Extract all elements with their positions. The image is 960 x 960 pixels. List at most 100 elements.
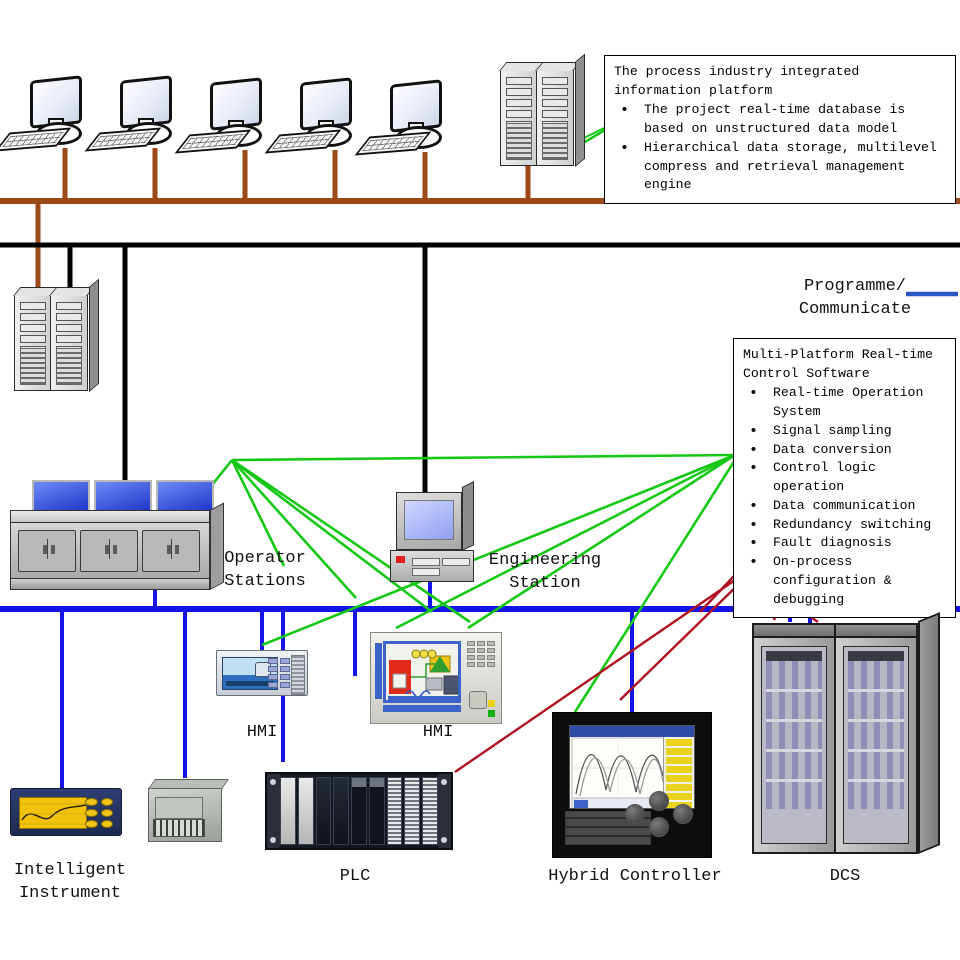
programme-links [166,126,737,713]
callout-control-heading: Multi-Platform Real-time Control Softwar… [743,347,933,381]
cabinet-door[interactable] [761,646,827,844]
hmi-numeric-keypad[interactable] [467,641,495,681]
callout-platform-heading: The process industry integrated informat… [614,64,860,98]
plc-comm-module[interactable] [333,777,350,845]
console-plinth [10,578,210,590]
module-cover [155,797,203,819]
drive-bays [506,77,532,129]
plc-rack[interactable] [265,772,453,850]
hmi-right-label: HMI [422,723,454,742]
down-button[interactable] [649,817,669,837]
process-mimic-icon [386,644,458,700]
callout-item: Control logic operation [743,458,946,496]
hmi-panel-small[interactable] [216,650,308,696]
power-led-icon [396,556,405,563]
diagram-canvas: The process industry integrated informat… [0,0,960,960]
cabinet-top [752,623,836,638]
left-button[interactable] [625,804,645,824]
instrument-display [19,797,87,829]
rack-rail [438,774,451,848]
vent-grille [506,123,532,160]
console-cabinet[interactable] [142,530,200,572]
callout-platform: The process industry integrated informat… [604,55,956,205]
plc-io-module[interactable] [404,777,421,845]
cabinet-top [834,623,918,638]
console-cabinet[interactable] [18,530,76,572]
hmi-panel-large[interactable] [370,632,502,724]
intelligent-instrument-label: Intelligent Instrument [13,861,127,903]
callout-item: Hierarchical data storage, multilevel co… [614,138,946,195]
drive-bays [20,302,46,354]
plc-label: PLC [339,867,371,886]
recorder-display [569,725,695,809]
server-tower[interactable] [499,62,545,166]
callout-item: Redundancy switching [743,515,946,536]
hmi-navigation-pad[interactable] [469,691,487,709]
hybrid-controller-label: Hybrid Controller [548,867,722,886]
callout-platform-list: The project real-time database is based … [614,100,946,195]
hmi-left-label: HMI [246,723,278,742]
callout-control-list: Real-time Operation System Signal sampli… [743,383,946,609]
callout-item: Fault diagnosis [743,533,946,554]
hmi-side-vent [291,655,305,695]
plc-cpu-module[interactable] [297,777,314,845]
plc-io-module[interactable] [351,777,367,845]
module-top [147,779,229,789]
server-tower[interactable] [13,287,59,391]
terminal-block [153,819,205,837]
plc-modules [280,777,439,845]
hmi-keypad[interactable] [268,658,290,690]
hmi-fkeys-bottom[interactable] [383,705,461,712]
io-module-rack [848,651,904,809]
drive-slot [412,558,440,566]
operator-stations-label: Operator Stations [224,549,306,591]
plc-compact-module[interactable] [147,779,229,842]
callout-item: The project real-time database is based … [614,100,946,138]
monitor-screen [404,500,454,540]
drive-slot [412,568,440,576]
desktop-case [390,550,474,582]
instrument-keypad[interactable] [85,798,113,828]
hybrid-controller[interactable] [552,712,712,858]
vent-grille [20,348,46,385]
console-cabinet[interactable] [80,530,138,572]
enter-button[interactable] [673,804,693,824]
status-led-icon [488,710,495,717]
dcs-cabinet[interactable] [752,623,836,854]
callout-item: Data conversion [743,440,946,461]
trend-curve-icon [20,803,86,825]
cabinet-door[interactable] [843,646,909,844]
callout-item: On-process configuration & debugging [743,552,946,609]
server-tower[interactable] [49,278,99,392]
vent-grille [542,123,568,160]
engineering-station-pc[interactable] [390,481,486,584]
rack-rail [267,774,280,848]
callout-item: Data communication [743,496,946,517]
server-tower[interactable] [535,53,585,167]
legend-label: Programme/ Communicate [798,277,912,319]
callout-item: Real-time Operation System [743,383,946,421]
vent-grille [56,348,82,385]
monitor-side [462,481,474,551]
channel-readouts [663,737,694,808]
intelligent-instrument[interactable] [10,788,122,836]
callout-item: Signal sampling [743,421,946,442]
dcs-label: DCS [829,867,861,886]
callout-control-software: Multi-Platform Real-time Control Softwar… [733,338,956,619]
drive-bays [542,77,568,129]
engineering-station-label: Engineering Station [488,551,602,593]
cabinet-side-panel [918,612,940,854]
drive-bays [56,302,82,354]
plc-power-module[interactable] [280,777,296,845]
io-module-rack [766,651,822,809]
up-button[interactable] [649,791,669,811]
dcs-cabinet[interactable] [834,623,918,854]
hmi-fkeys-left[interactable] [375,643,382,699]
hmi-mimic-screen [383,641,461,703]
plc-io-module[interactable] [368,777,385,845]
drive-slot [442,558,470,566]
plc-io-module[interactable] [386,777,403,845]
plc-io-module[interactable] [422,777,439,845]
plc-comm-module[interactable] [315,777,332,845]
status-led-icon [488,700,495,707]
